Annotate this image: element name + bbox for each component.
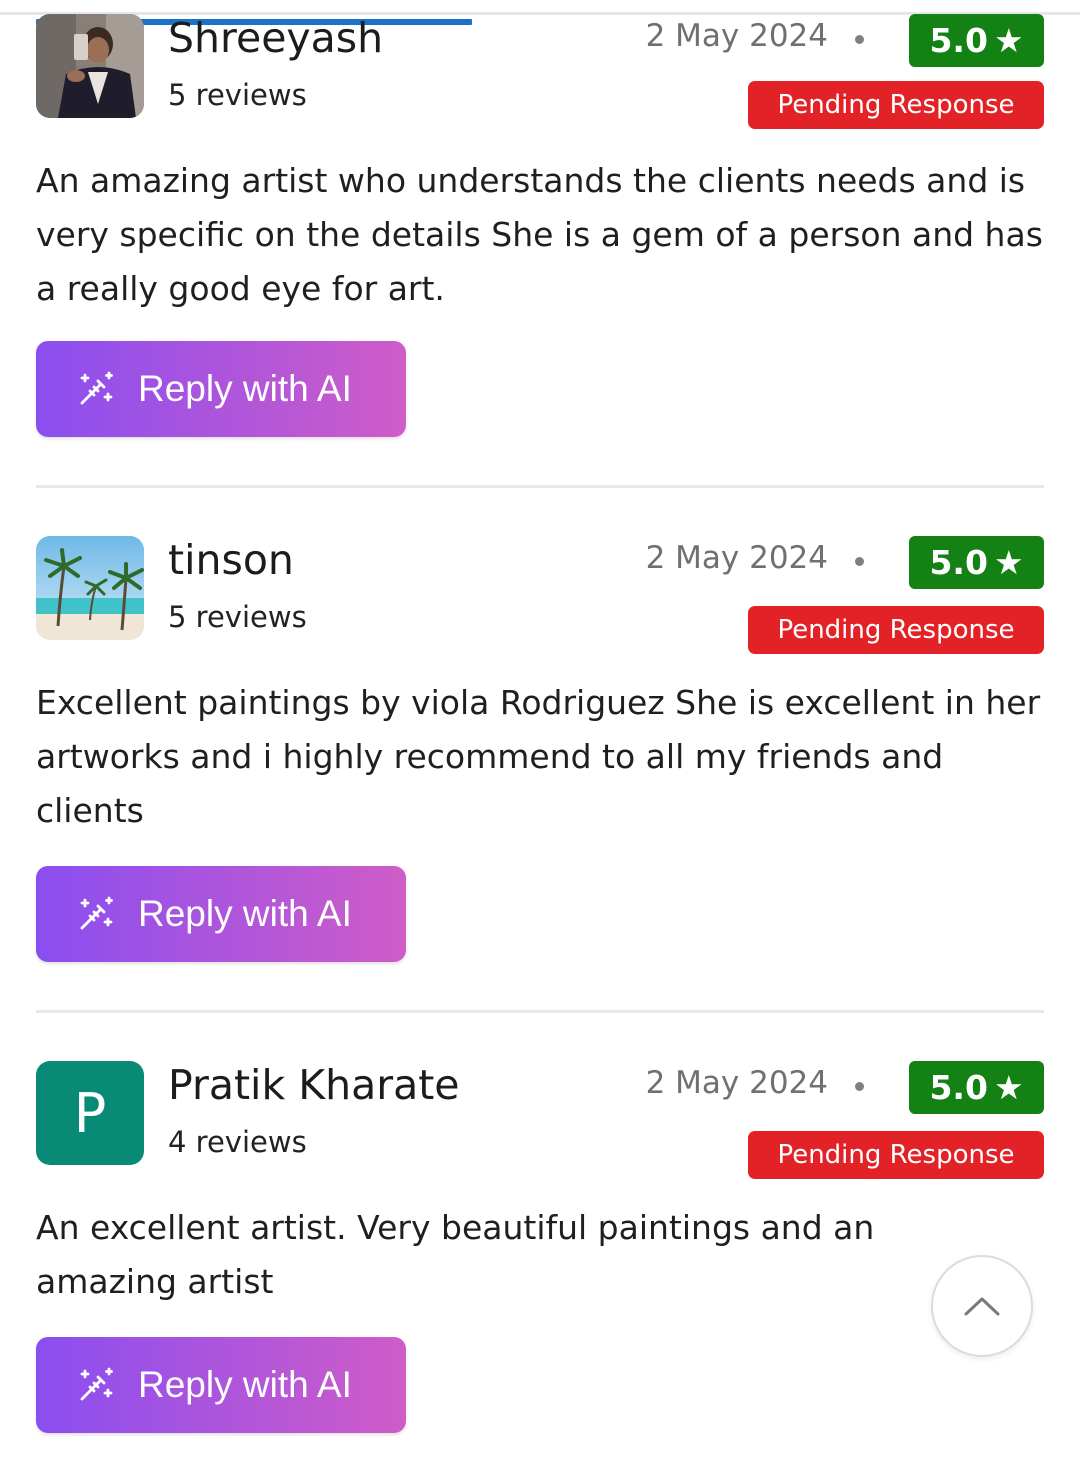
review-text: An excellent artist. Very beautiful pain… (36, 1208, 875, 1301)
rating-value: 5.0 (929, 1068, 988, 1107)
scroll-to-top-button[interactable] (931, 1255, 1033, 1357)
separator-dot (855, 557, 864, 566)
avatar (36, 536, 144, 640)
separator-dot (855, 35, 864, 44)
avatar-initial: P (73, 1081, 107, 1145)
review-card: tinson 5 reviews 2 May 2024 5.0 ★ Pendin… (36, 536, 1044, 966)
rating-value: 5.0 (929, 543, 988, 582)
review-date: 2 May 2024 (645, 540, 828, 576)
chevron-up-icon (964, 1297, 1000, 1316)
review-card: Shreeyash 5 reviews 2 May 2024 5.0 ★ Pen… (36, 14, 1044, 439)
magic-wand-sparkle-icon (80, 371, 113, 405)
avatar: P (36, 1061, 144, 1165)
review-count: 5 reviews (168, 78, 307, 112)
review-date: 2 May 2024 (645, 1065, 828, 1101)
review-text: Excellent paintings by viola Rodriguez S… (36, 683, 1041, 830)
status-badge: Pending Response (748, 1131, 1044, 1179)
status-badge: Pending Response (748, 81, 1044, 129)
review-text: An amazing artist who understands the cl… (36, 161, 1043, 308)
rating-badge: 5.0 ★ (909, 536, 1044, 589)
review-count: 4 reviews (168, 1125, 307, 1159)
rating-badge: 5.0 ★ (909, 1061, 1044, 1114)
star-icon: ★ (993, 543, 1024, 582)
rating-value: 5.0 (929, 21, 988, 60)
button-label: Reply with AI (138, 893, 352, 934)
separator-dot (855, 1082, 864, 1091)
review-date: 2 May 2024 (645, 18, 828, 54)
review-card: P Pratik Kharate 4 reviews 2 May 2024 5.… (36, 1061, 1044, 1441)
reviewer-name: Pratik Kharate (168, 1061, 460, 1109)
magic-wand-sparkle-icon (80, 896, 113, 930)
avatar-photo (36, 536, 144, 640)
review-count: 5 reviews (168, 600, 307, 634)
star-icon: ★ (993, 1068, 1024, 1107)
avatar (36, 14, 144, 118)
reply-with-ai-button[interactable]: Reply with AI (36, 1337, 406, 1433)
reviewer-name: tinson (168, 536, 294, 584)
reply-with-ai-button[interactable]: Reply with AI (36, 866, 406, 962)
reviewer-name: Shreeyash (168, 14, 384, 62)
magic-wand-sparkle-icon (80, 1367, 113, 1401)
button-label: Reply with AI (138, 1364, 352, 1405)
status-badge: Pending Response (748, 606, 1044, 654)
button-label: Reply with AI (138, 368, 352, 409)
review-divider (36, 1010, 1044, 1013)
rating-badge: 5.0 ★ (909, 14, 1044, 67)
star-icon: ★ (993, 21, 1024, 60)
avatar-photo (36, 14, 144, 118)
review-divider (36, 485, 1044, 488)
reply-with-ai-button[interactable]: Reply with AI (36, 341, 406, 437)
